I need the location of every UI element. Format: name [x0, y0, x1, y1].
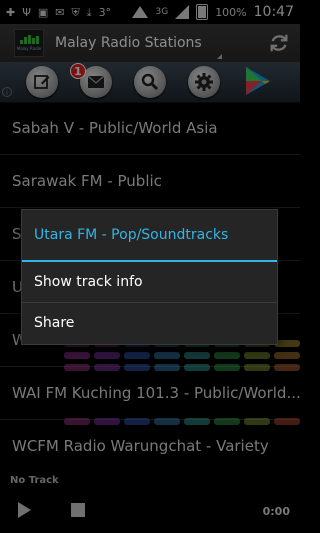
show-track-info-option[interactable]: Show track info [22, 262, 277, 302]
dialog-title: Utara FM - Pop/Soundtracks [22, 210, 277, 262]
share-option[interactable]: Share [22, 302, 277, 342]
context-menu-dialog: Utara FM - Pop/Soundtracks Show track in… [21, 209, 278, 345]
